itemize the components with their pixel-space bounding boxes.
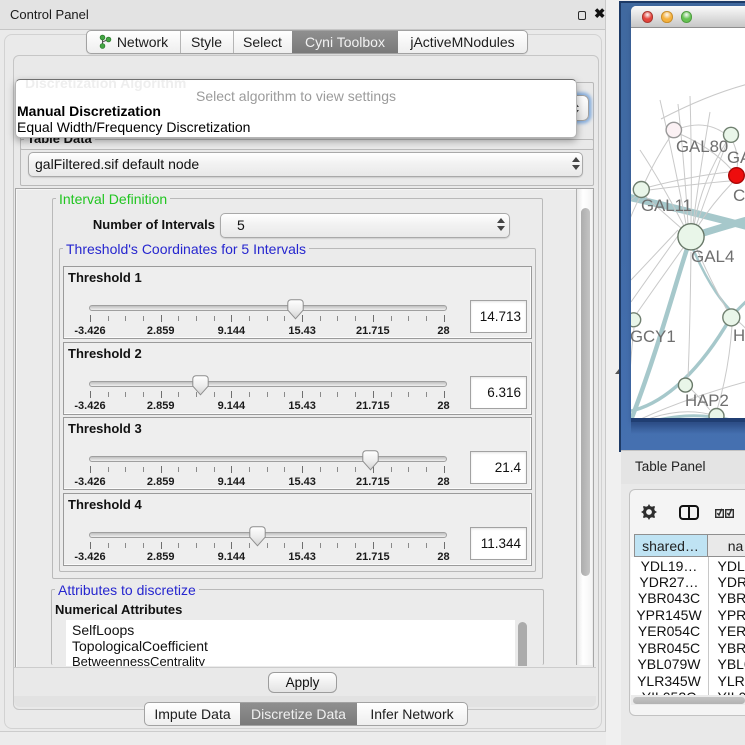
svg-text:GA: GA (727, 148, 745, 167)
svg-text:GAL11: GAL11 (641, 196, 692, 215)
svg-text:H: H (733, 326, 745, 345)
svg-text:HAP2: HAP2 (685, 391, 729, 410)
svg-text:GCY1: GCY1 (631, 327, 676, 346)
svg-text:GAL4: GAL4 (691, 247, 734, 266)
svg-text:GAL80: GAL80 (676, 137, 728, 156)
svg-text:C: C (733, 186, 745, 205)
